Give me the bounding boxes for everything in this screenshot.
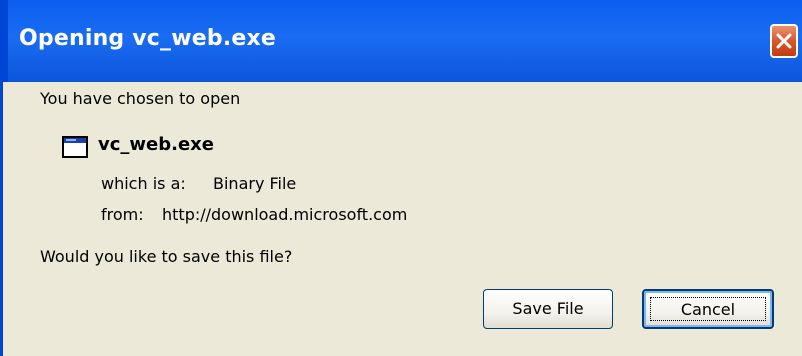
close-button[interactable]: [770, 24, 798, 58]
file-source-url: http://download.microsoft.com: [162, 205, 408, 224]
file-type-value: Binary File: [213, 174, 297, 193]
window-border-left: [0, 82, 3, 356]
close-icon: [776, 33, 792, 49]
intro-text: You have chosen to open: [40, 89, 241, 108]
application-window-icon: [62, 136, 88, 158]
title-bar-edge: [0, 0, 8, 82]
window-icon-highlight: [66, 139, 76, 141]
save-file-button[interactable]: Save File: [483, 289, 613, 329]
cancel-button-label: Cancel: [680, 300, 736, 319]
save-file-button-label: Save File: [512, 299, 584, 318]
save-question: Would you like to save this file?: [40, 247, 293, 266]
cancel-button[interactable]: Cancel: [642, 289, 774, 329]
title-bar[interactable]: Opening vc_web.exe: [0, 0, 802, 82]
download-dialog: Opening vc_web.exe You have chosen to op…: [0, 0, 802, 356]
file-source-label: from:: [101, 205, 144, 224]
window-title: Opening vc_web.exe: [19, 26, 277, 51]
file-name: vc_web.exe: [98, 134, 214, 155]
file-type-label: which is a:: [101, 174, 186, 193]
